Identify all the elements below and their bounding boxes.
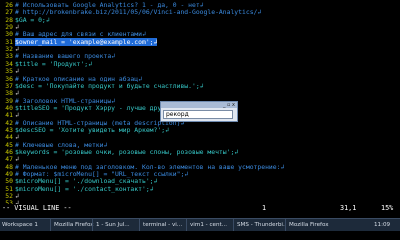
task-button-firefox[interactable]: Mozilla Firefox: [50, 219, 94, 231]
popup-titlebar[interactable]: _ ▫ x: [161, 102, 237, 108]
task-button-3[interactable]: terminal - vi...: [139, 219, 188, 231]
task-button-6[interactable]: Mozilla Firefox: [285, 219, 344, 231]
mode-indicator: -- VISUAL LINE --: [2, 204, 72, 212]
popup-text-input[interactable]: рекорд: [163, 110, 233, 119]
cursor-position: 31,1: [340, 204, 357, 212]
vim-statusbar: -- VISUAL LINE -- 1 31,1 15%: [0, 204, 400, 213]
selection-count: 1: [262, 204, 267, 212]
file-percent: 15%: [381, 204, 394, 212]
task-button-5[interactable]: SMS - Thunderbi...: [233, 219, 287, 231]
popup-window-controls[interactable]: _ ▫ x: [223, 102, 235, 108]
task-button-2[interactable]: 1 - Sun Jul...: [92, 219, 141, 231]
taskbar: Workspace 1 Mozilla Firefox 1 - Sun Jul.…: [0, 218, 400, 231]
task-button-4[interactable]: vim1 - cent...: [186, 219, 235, 231]
clock: 11:09: [374, 222, 391, 228]
workspace-switcher[interactable]: Workspace 1: [2, 219, 48, 231]
search-popup-window[interactable]: _ ▫ x рекорд: [160, 101, 238, 122]
